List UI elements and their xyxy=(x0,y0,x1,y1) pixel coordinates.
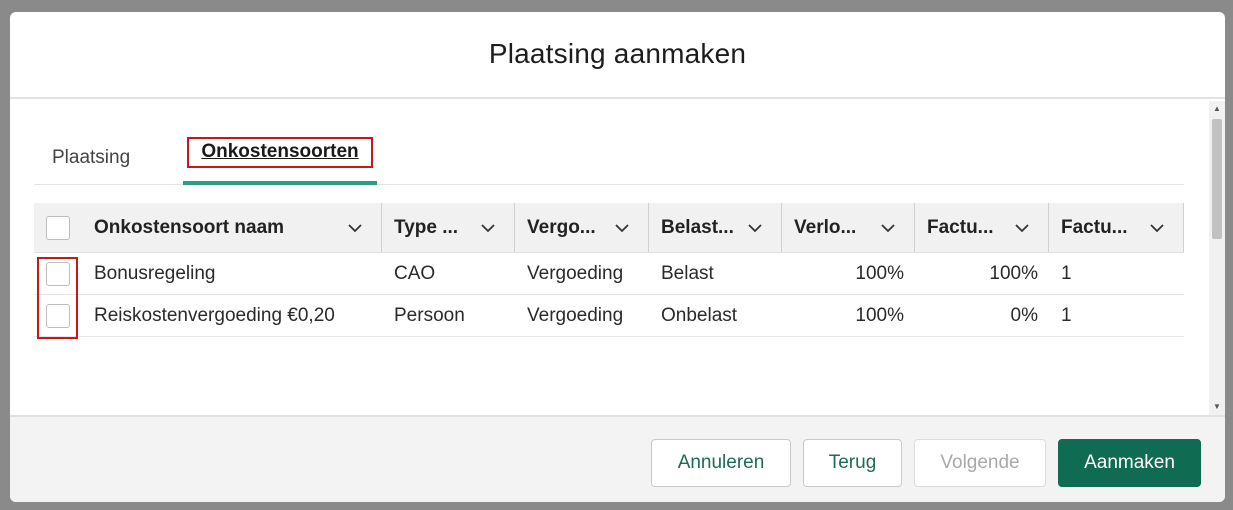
scroll-up-arrow-icon[interactable]: ▲ xyxy=(1209,101,1225,117)
column-header-verloning[interactable]: Verlo... xyxy=(782,203,915,252)
cell-naam: Reiskostenvergoeding €0,20 xyxy=(94,304,335,326)
cell-belast: Onbelast xyxy=(661,304,738,326)
column-header-type[interactable]: Type ... xyxy=(382,203,515,252)
create-placement-dialog: Plaatsing aanmaken Plaatsing Onkostensoo… xyxy=(10,12,1225,502)
column-header-type-label: Type ... xyxy=(394,216,459,238)
chevron-down-icon[interactable] xyxy=(614,220,630,236)
row-checkbox[interactable] xyxy=(46,303,70,328)
column-header-facturatie-label: Factu... xyxy=(1061,216,1128,238)
expense-types-grid: Onkostensoort naam Type ... Vergo... Bel… xyxy=(34,203,1184,339)
column-header-vergoeding-label: Vergo... xyxy=(527,216,596,238)
vertical-scrollbar[interactable]: ▲ ▼ xyxy=(1209,101,1225,415)
table-row[interactable]: Bonusregeling CAO Vergoeding Belast 100%… xyxy=(34,253,1184,295)
column-header-belast-label: Belast... xyxy=(661,216,734,238)
dialog-body: Plaatsing Onkostensoorten Onkostensoort … xyxy=(10,101,1209,415)
chevron-down-icon[interactable] xyxy=(480,220,496,236)
chevron-down-icon[interactable] xyxy=(747,220,763,236)
dialog-footer: Annuleren Terug Volgende Aanmaken xyxy=(10,415,1225,502)
column-header-facturatie[interactable]: Factu... xyxy=(1049,203,1184,252)
cell-facturatie: 1 xyxy=(1061,262,1072,284)
chevron-down-icon[interactable] xyxy=(347,220,363,236)
row-checkbox-cell xyxy=(34,295,82,336)
column-header-verloning-label: Verlo... xyxy=(794,216,857,238)
cell-vergoeding: Vergoeding xyxy=(527,262,624,284)
tab-plaatsing-label: Plaatsing xyxy=(52,147,131,168)
cell-type: CAO xyxy=(394,262,436,284)
tab-plaatsing[interactable]: Plaatsing xyxy=(52,143,130,173)
chevron-down-icon[interactable] xyxy=(880,220,896,236)
cell-facturatie: 1 xyxy=(1061,304,1072,326)
header-checkbox-cell xyxy=(34,203,82,252)
create-button[interactable]: Aanmaken xyxy=(1058,439,1201,487)
scrollbar-thumb[interactable] xyxy=(1212,119,1222,239)
column-header-facturatie-pct[interactable]: Factu... xyxy=(915,203,1049,252)
chevron-down-icon[interactable] xyxy=(1149,220,1165,236)
column-header-naam-label: Onkostensoort naam xyxy=(94,216,285,238)
row-checkbox[interactable] xyxy=(46,261,70,286)
column-header-naam[interactable]: Onkostensoort naam xyxy=(82,203,382,252)
scroll-down-arrow-icon[interactable]: ▼ xyxy=(1209,399,1225,415)
cell-verloning: 100% xyxy=(855,304,904,326)
cell-facturatie-pct: 100% xyxy=(989,262,1038,284)
back-button[interactable]: Terug xyxy=(803,439,902,487)
row-checkbox-cell xyxy=(34,253,82,294)
grid-header: Onkostensoort naam Type ... Vergo... Bel… xyxy=(34,203,1184,253)
next-button[interactable]: Volgende xyxy=(914,439,1046,487)
column-header-belast[interactable]: Belast... xyxy=(649,203,782,252)
tab-onkostensoorten-label: Onkostensoorten xyxy=(187,136,373,168)
cell-verloning: 100% xyxy=(855,262,904,284)
chevron-down-icon[interactable] xyxy=(1014,220,1030,236)
column-header-facturatie-pct-label: Factu... xyxy=(927,216,994,238)
cell-vergoeding: Vergoeding xyxy=(527,304,624,326)
column-header-vergoeding[interactable]: Vergo... xyxy=(515,203,649,252)
cell-facturatie-pct: 0% xyxy=(1010,304,1038,326)
dialog-header: Plaatsing aanmaken xyxy=(10,12,1225,99)
cell-naam: Bonusregeling xyxy=(94,262,216,284)
table-row[interactable]: Reiskostenvergoeding €0,20 Persoon Vergo… xyxy=(34,295,1184,337)
cancel-button[interactable]: Annuleren xyxy=(651,439,791,487)
dialog-title: Plaatsing aanmaken xyxy=(488,37,747,69)
cell-type: Persoon xyxy=(394,304,465,326)
select-all-checkbox[interactable] xyxy=(46,215,70,240)
tab-bar: Plaatsing Onkostensoorten xyxy=(34,135,1184,185)
cell-belast: Belast xyxy=(661,262,714,284)
tab-onkostensoorten[interactable]: Onkostensoorten xyxy=(183,135,377,185)
